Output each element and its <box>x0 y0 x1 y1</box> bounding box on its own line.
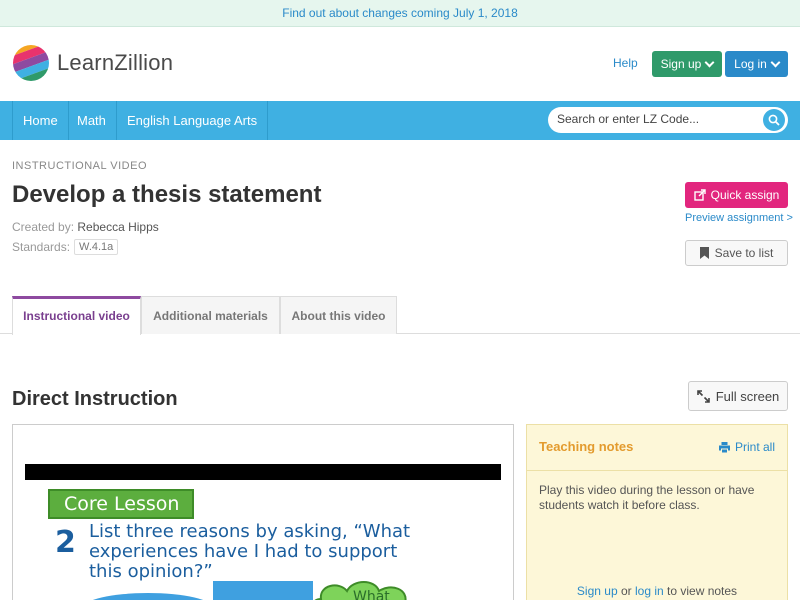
chevron-down-icon <box>704 57 715 67</box>
signup-label: Sign up <box>660 57 702 71</box>
teaching-notes-header: Teaching notes Print all <box>527 425 787 471</box>
notes-suffix-text: to view notes <box>667 584 738 598</box>
announcement-banner: Find out about changes coming July 1, 20… <box>0 0 800 27</box>
tab-about-this-video[interactable]: About this video <box>280 296 397 334</box>
play-button[interactable] <box>213 581 313 600</box>
banner-link[interactable]: Find out about changes coming July 1, 20… <box>282 6 518 20</box>
created-by: Created by: Rebecca Hipps <box>12 220 159 234</box>
notes-login-link[interactable]: log in <box>635 584 664 598</box>
full-screen-label: Full screen <box>715 388 780 404</box>
teaching-notes-panel: Teaching notes Print all Play this video… <box>526 424 788 600</box>
standard-badge[interactable]: W.4.1a <box>74 239 119 255</box>
site-header: LearnZillion Help Sign up Log in <box>0 27 800 101</box>
print-all-link[interactable]: Print all <box>718 440 775 454</box>
search-input[interactable] <box>557 112 757 126</box>
core-lesson-label: Core Lesson <box>48 489 194 519</box>
full-screen-button[interactable]: Full screen <box>688 381 788 411</box>
tab-instructional-video[interactable]: Instructional video <box>12 296 141 335</box>
notes-signin-prompt: Sign up or log in to view notes <box>527 584 787 598</box>
created-by-label: Created by: <box>12 220 75 234</box>
logo-text: LearnZillion <box>57 50 174 75</box>
search-icon <box>768 114 780 126</box>
signup-button[interactable]: Sign up <box>652 51 722 77</box>
cloud-text: What <box>353 589 390 600</box>
save-to-list-label: Save to list <box>714 246 774 260</box>
bookmark-icon <box>699 247 709 259</box>
chevron-down-icon <box>770 57 781 67</box>
help-link[interactable]: Help <box>613 56 638 70</box>
share-icon <box>693 189 706 201</box>
nav-item-home[interactable]: Home <box>12 101 69 140</box>
section-title: Direct Instruction <box>12 388 178 410</box>
content-type-label: INSTRUCTIONAL VIDEO <box>12 160 147 172</box>
save-to-list-button[interactable]: Save to list <box>685 240 788 266</box>
search-bar <box>548 107 788 133</box>
teaching-notes-body: Play this video during the lesson or hav… <box>539 483 755 512</box>
step-text: List three reasons by asking, “What expe… <box>89 521 411 582</box>
standards: Standards: W.4.1a <box>12 239 119 255</box>
notes-signup-link[interactable]: Sign up <box>577 584 618 598</box>
expand-icon <box>696 389 710 403</box>
video-player[interactable]: Core Lesson 2 List three reasons by aski… <box>12 424 514 600</box>
quick-assign-label: Quick assign <box>710 188 780 202</box>
tab-additional-materials[interactable]: Additional materials <box>141 296 280 334</box>
logo[interactable]: LearnZillion <box>12 44 173 82</box>
quick-assign-button[interactable]: Quick assign <box>685 182 788 208</box>
preview-assignment-link[interactable]: Preview assignment > <box>685 212 793 224</box>
step-number: 2 <box>55 525 76 560</box>
standards-label: Standards: <box>12 240 71 254</box>
nav-item-ela[interactable]: English Language Arts <box>117 101 269 140</box>
author-name[interactable]: Rebecca Hipps <box>77 220 158 234</box>
learnzillion-logo-icon <box>13 45 49 81</box>
notes-or-text: or <box>620 584 632 598</box>
login-label: Log in <box>734 57 767 71</box>
video-top-bar <box>25 464 501 480</box>
login-button[interactable]: Log in <box>725 51 788 77</box>
page-title: Develop a thesis statement <box>12 181 322 208</box>
search-button[interactable] <box>763 109 785 131</box>
tab-bar: Instructional video Additional materials… <box>0 296 800 335</box>
video-shape <box>83 593 213 600</box>
nav-item-math[interactable]: Math <box>67 101 117 140</box>
print-all-label: Print all <box>734 440 775 454</box>
teaching-notes-title: Teaching notes <box>539 439 634 454</box>
print-icon <box>718 441 730 453</box>
